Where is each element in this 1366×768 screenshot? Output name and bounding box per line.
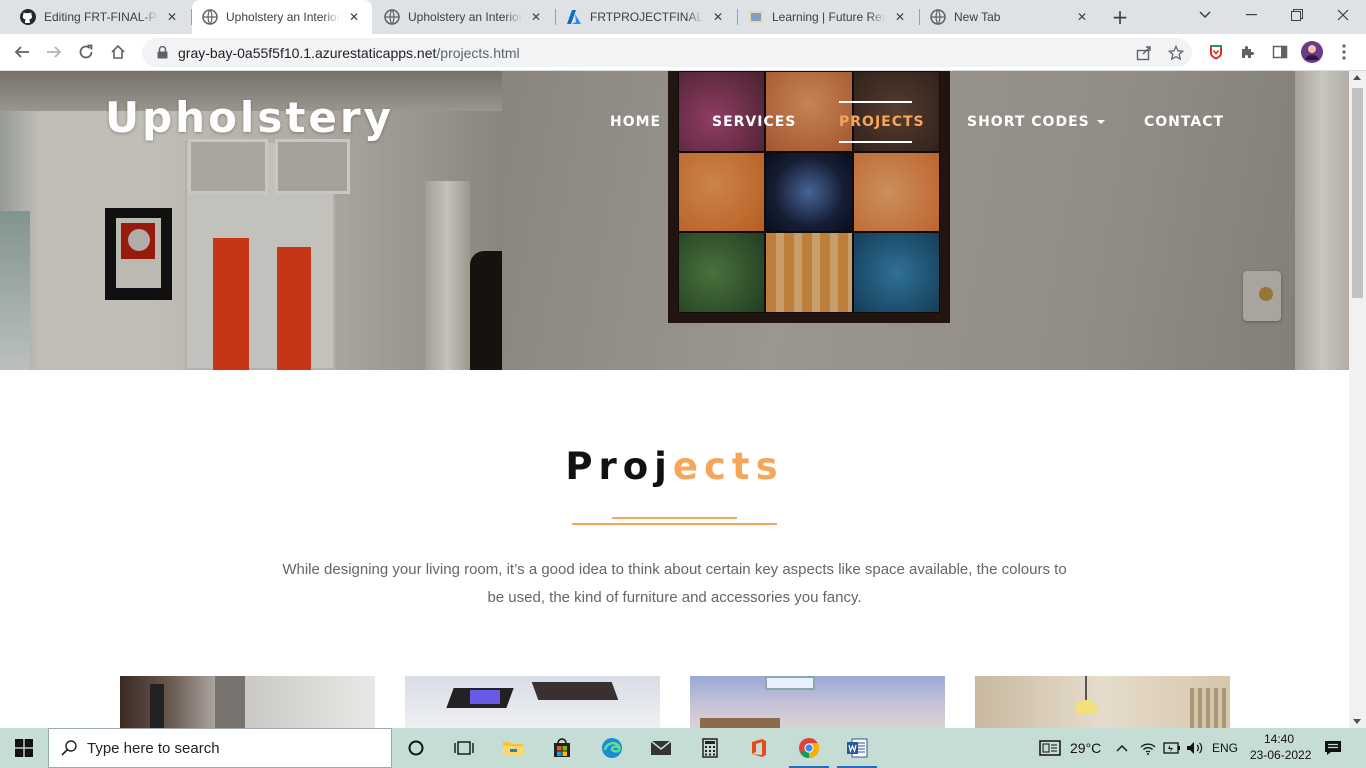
volume-icon[interactable] <box>1185 728 1205 768</box>
task-view-icon[interactable] <box>440 728 488 768</box>
windows-taskbar: Type here to search 29°C ENG 14:40 23-06… <box>0 728 1366 768</box>
close-icon[interactable]: ✕ <box>1074 9 1090 25</box>
section-title: Projects <box>0 445 1349 488</box>
page-scrollbar[interactable] <box>1349 71 1366 728</box>
tab-search-chevron-icon[interactable] <box>1182 0 1228 30</box>
weather-icon[interactable] <box>1034 728 1066 768</box>
caret-down-icon <box>1096 120 1105 124</box>
title-underline-inner <box>612 517 737 519</box>
language-indicator[interactable]: ENG <box>1212 741 1238 755</box>
browser-tab-2[interactable]: Upholstery an Interior ✕ <box>192 0 372 34</box>
battery-icon[interactable] <box>1162 728 1182 768</box>
edge-browser-icon[interactable] <box>588 728 636 768</box>
microsoft-store-icon[interactable] <box>538 728 586 768</box>
windows-start-icon[interactable] <box>0 728 48 768</box>
section-title-accent: ects <box>672 445 784 488</box>
wifi-icon[interactable] <box>1138 728 1158 768</box>
nav-home[interactable]: HOME <box>610 101 661 143</box>
browser-tab-3[interactable]: Upholstery an Interior ✕ <box>374 0 554 34</box>
project-thumbnail[interactable] <box>120 676 375 728</box>
learning-icon <box>748 9 764 25</box>
calculator-icon[interactable] <box>686 728 734 768</box>
back-arrow-icon[interactable] <box>10 40 34 64</box>
extension-shield-icon[interactable] <box>1204 40 1228 64</box>
share-icon[interactable] <box>1135 44 1153 62</box>
notification-icon[interactable] <box>1318 728 1348 768</box>
browser-tab-6[interactable]: New Tab ✕ <box>920 0 1100 34</box>
globe-icon <box>384 9 400 25</box>
browser-tab-1[interactable]: Editing FRT-FINAL-PR ✕ <box>10 0 190 34</box>
file-explorer-icon[interactable] <box>489 728 537 768</box>
close-icon[interactable]: ✕ <box>528 9 544 25</box>
extensions-puzzle-icon[interactable] <box>1236 40 1260 64</box>
page-viewport: Upholstery HOME SERVICES PROJECTS SHORT … <box>0 71 1349 728</box>
window-close-button[interactable] <box>1320 0 1366 30</box>
search-icon <box>61 740 77 756</box>
forward-arrow-icon[interactable] <box>42 40 66 64</box>
search-placeholder: Type here to search <box>87 739 220 757</box>
title-underline-outer <box>572 523 777 525</box>
browser-menu-icon[interactable] <box>1332 40 1356 64</box>
project-thumbnail[interactable] <box>975 676 1230 728</box>
office-icon[interactable] <box>735 728 783 768</box>
nav-contact[interactable]: CONTACT <box>1144 101 1224 143</box>
taskbar-search-input[interactable]: Type here to search <box>48 728 392 768</box>
clock-date[interactable]: 23-06-2022 <box>1250 748 1311 762</box>
clock-time[interactable]: 14:40 <box>1264 732 1294 746</box>
chrome-icon[interactable] <box>785 728 833 768</box>
project-thumbnail[interactable] <box>405 676 660 728</box>
browser-tab-5[interactable]: Learning | Future Reac ✕ <box>738 0 918 34</box>
globe-icon <box>930 9 946 25</box>
tab-title: Learning | Future Reac <box>772 10 886 24</box>
browser-toolbar: gray-bay-0a55f5f10.1.azurestaticapps.net… <box>0 34 1366 71</box>
home-icon[interactable] <box>106 40 130 64</box>
section-title-dark: Proj <box>565 445 673 488</box>
restore-button[interactable] <box>1274 0 1320 30</box>
nav-short-codes-label: SHORT CODES <box>967 114 1090 130</box>
side-panel-icon[interactable] <box>1268 40 1292 64</box>
project-thumbnail[interactable] <box>690 676 945 728</box>
nav-short-codes[interactable]: SHORT CODES <box>967 101 1105 143</box>
github-icon <box>20 9 36 25</box>
url-host: gray-bay-0a55f5f10.1.azurestaticapps.net <box>178 44 437 61</box>
section-description: While designing your living room, it’s a… <box>282 561 1067 606</box>
tab-title: Upholstery an Interior <box>408 10 522 24</box>
tab-title: Editing FRT-FINAL-PR <box>44 10 158 24</box>
new-tab-button[interactable]: + <box>1108 5 1132 29</box>
azure-icon <box>566 9 582 25</box>
browser-tab-4[interactable]: FRTPROJECTFINAL - M ✕ <box>556 0 736 34</box>
chevron-up-icon[interactable] <box>1112 728 1132 768</box>
tab-title: New Tab <box>954 10 1001 24</box>
close-icon[interactable]: ✕ <box>710 9 726 25</box>
reload-icon[interactable] <box>74 40 98 64</box>
url-path: /projects.html <box>436 44 520 61</box>
mail-icon[interactable] <box>637 728 685 768</box>
weather-temperature[interactable]: 29°C <box>1070 740 1101 756</box>
lock-icon[interactable] <box>154 45 170 61</box>
scroll-down-arrow-icon[interactable] <box>1353 719 1361 724</box>
nav-projects[interactable]: PROJECTS <box>839 101 924 143</box>
scroll-up-arrow-icon[interactable] <box>1353 75 1361 80</box>
bookmark-star-icon[interactable] <box>1167 44 1185 62</box>
cortana-icon[interactable] <box>392 728 440 768</box>
profile-avatar[interactable] <box>1300 40 1324 64</box>
minimize-button[interactable] <box>1228 0 1274 30</box>
nav-services[interactable]: SERVICES <box>712 101 796 143</box>
tab-title: FRTPROJECTFINAL - M <box>590 10 704 24</box>
screen: Editing FRT-FINAL-PR ✕ Upholstery an Int… <box>0 0 1366 768</box>
scrollbar-thumb[interactable] <box>1352 88 1363 298</box>
browser-tab-strip: Editing FRT-FINAL-PR ✕ Upholstery an Int… <box>0 0 1366 34</box>
globe-icon <box>202 9 218 25</box>
address-bar[interactable]: gray-bay-0a55f5f10.1.azurestaticapps.net… <box>142 38 1192 67</box>
close-icon[interactable]: ✕ <box>164 9 180 25</box>
word-icon[interactable] <box>833 728 881 768</box>
site-logo[interactable]: Upholstery <box>105 93 394 142</box>
close-icon[interactable]: ✕ <box>346 9 362 25</box>
tab-title: Upholstery an Interior <box>226 10 340 24</box>
close-icon[interactable]: ✕ <box>892 9 908 25</box>
